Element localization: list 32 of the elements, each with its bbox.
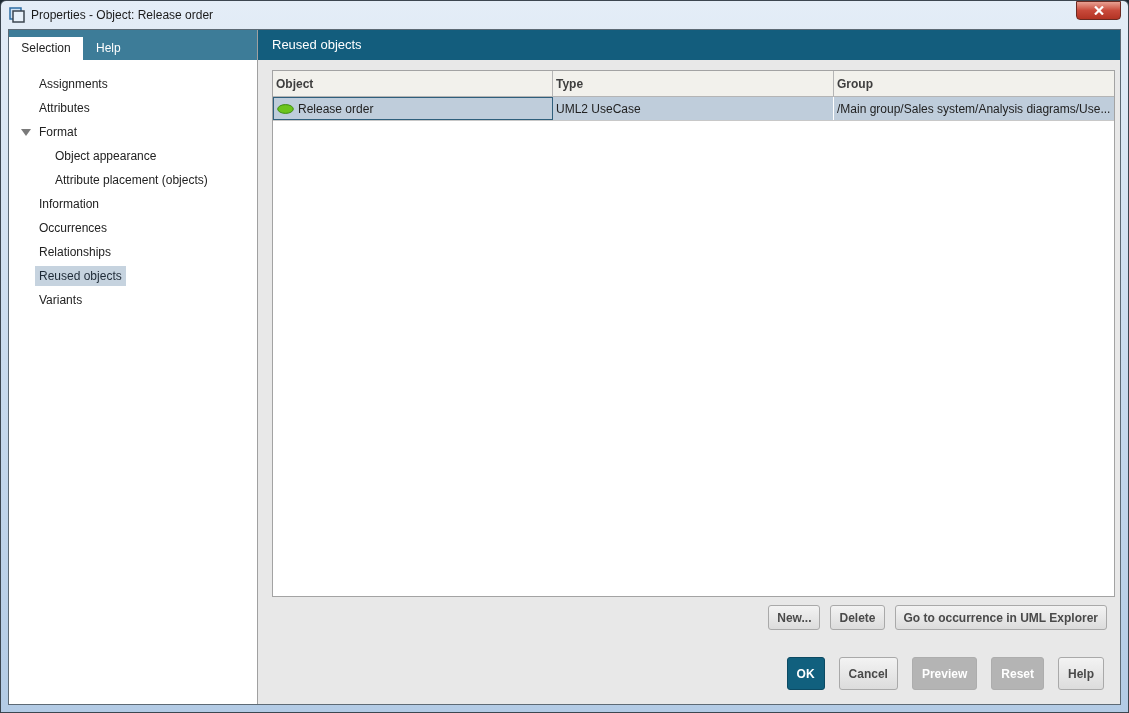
table-cell: UML2 UseCase bbox=[553, 97, 834, 120]
dialog-button[interactable]: Cancel bbox=[838, 657, 898, 690]
navigation-item[interactable]: Object appearance bbox=[51, 146, 161, 166]
close-button[interactable] bbox=[1076, 1, 1121, 20]
window-title: Properties - Object: Release order bbox=[31, 7, 214, 24]
navigation-item[interactable]: Occurrences bbox=[35, 218, 112, 238]
overlapping-squares-icon bbox=[9, 7, 25, 23]
navigation-item[interactable]: Format bbox=[35, 122, 81, 142]
panel-title: Reused objects bbox=[272, 36, 362, 55]
expand-triangle-icon[interactable] bbox=[21, 128, 31, 136]
object-name: Release order bbox=[298, 100, 374, 118]
table-cell-text: /Main group/Sales system/Analysis diagrams/Use... bbox=[836, 100, 1112, 118]
ellipse-icon bbox=[277, 103, 294, 114]
tab[interactable]: Selection bbox=[9, 37, 83, 60]
dialog-button[interactable]: Delete bbox=[830, 605, 885, 630]
navigation-item[interactable]: Assignments bbox=[35, 74, 112, 94]
column-header[interactable]: Group bbox=[834, 71, 1114, 96]
dialog-button[interactable]: New... bbox=[768, 605, 821, 630]
dialog-button[interactable]: Help bbox=[1058, 657, 1104, 690]
navigation-item[interactable]: Variants bbox=[35, 290, 87, 310]
navigation-item[interactable]: Relationships bbox=[35, 242, 116, 262]
navigation-item[interactable]: Reused objects bbox=[35, 266, 126, 286]
navigation-item[interactable]: Information bbox=[35, 194, 104, 214]
tab[interactable]: Help bbox=[83, 37, 134, 60]
table-row[interactable]: Release order UML2 UseCase /Main group/Sales system/Analysis diagrams/Use... bbox=[273, 97, 1114, 121]
navigation-item[interactable]: Attribute placement (objects) bbox=[51, 170, 212, 190]
dialog-button[interactable]: Go to occurrence in UML Explorer bbox=[894, 605, 1107, 630]
navigation-item[interactable]: Attributes bbox=[35, 98, 94, 118]
column-header[interactable]: Type bbox=[553, 71, 834, 96]
ok-button[interactable]: OK bbox=[786, 657, 825, 690]
column-header[interactable]: Object bbox=[273, 71, 553, 96]
close-icon bbox=[1093, 6, 1104, 15]
